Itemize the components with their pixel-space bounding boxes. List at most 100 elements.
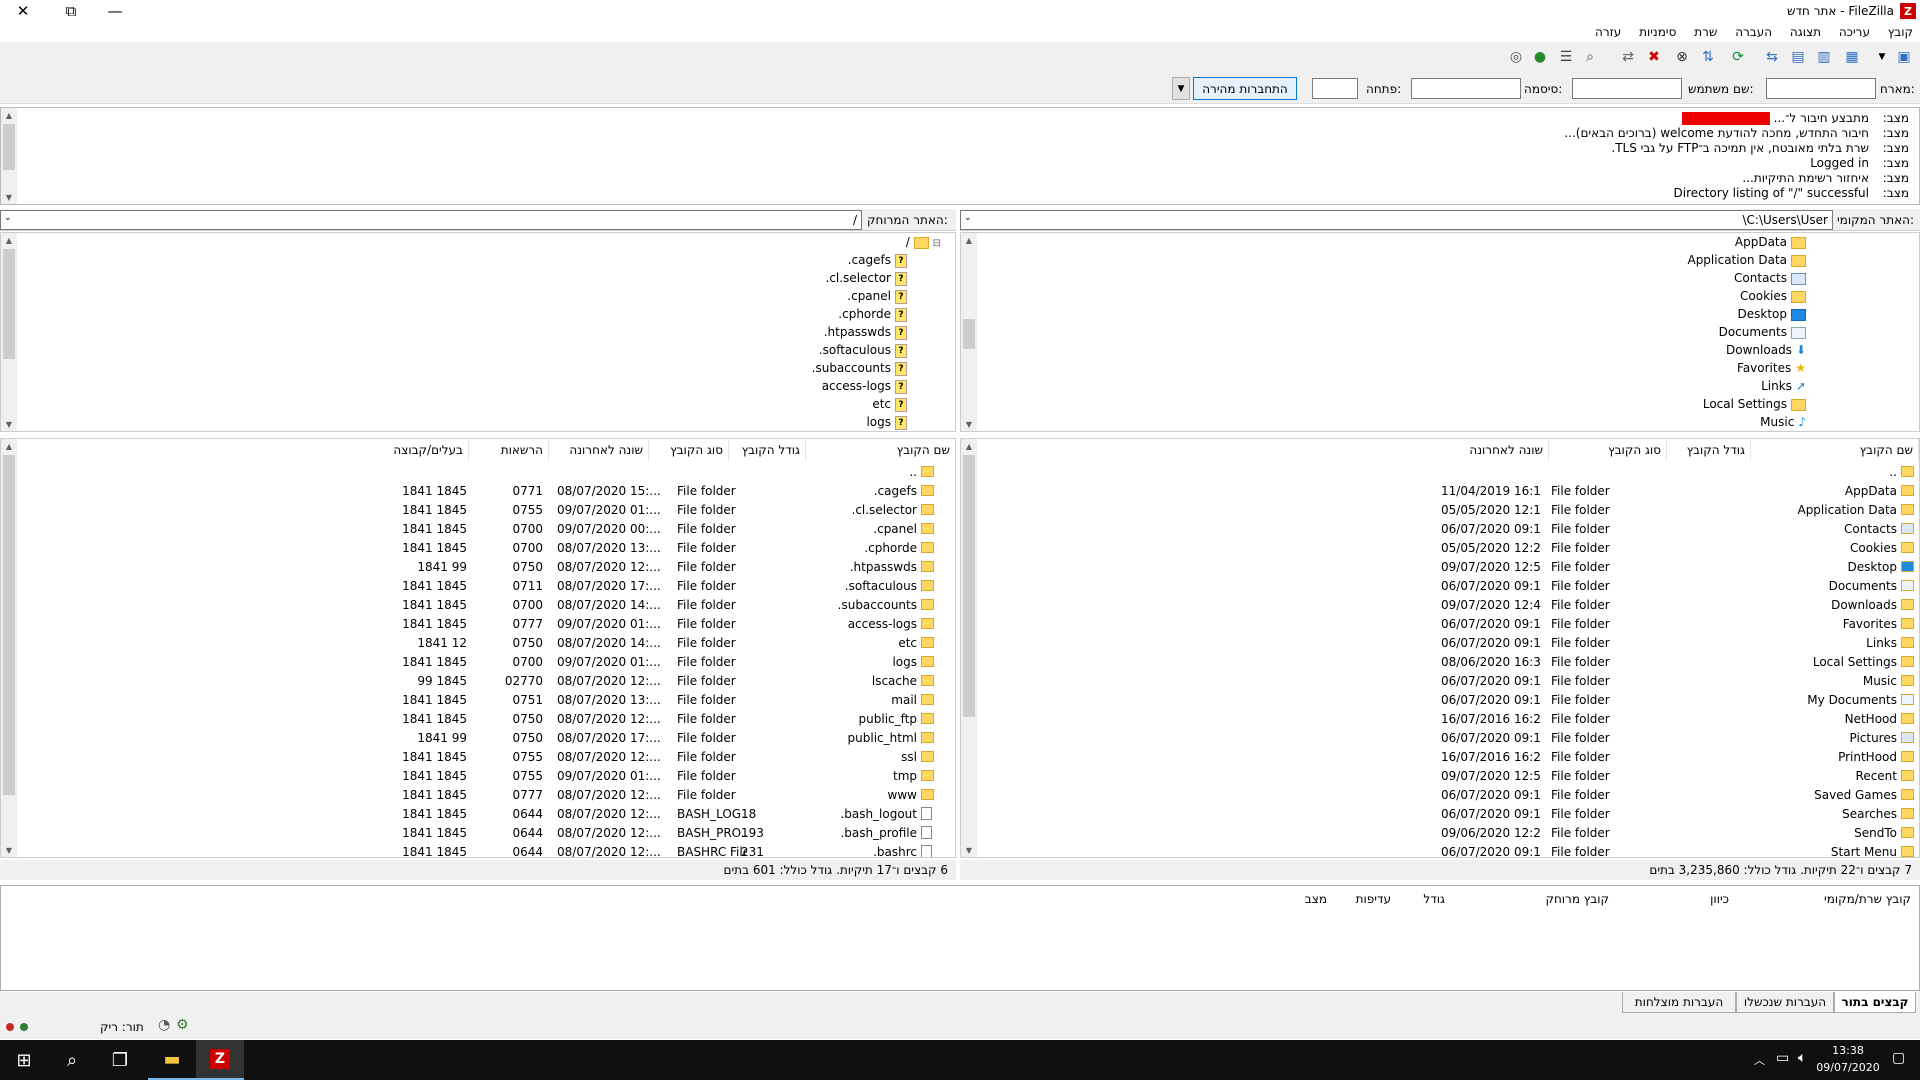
collapse-icon[interactable]: ⊟ bbox=[933, 238, 941, 249]
quickconnect-button[interactable]: התחברות מהירה bbox=[1193, 77, 1297, 100]
table-row[interactable]: Cookies File folder 05/05/2020 12:20:02 bbox=[961, 539, 1919, 558]
notification-icon[interactable]: ▢ bbox=[1892, 1050, 1905, 1066]
scroll-up-icon[interactable]: ▲ bbox=[961, 439, 977, 453]
table-row[interactable]: .htpasswds File folder 08/07/2020 12:... 07… bbox=[1, 558, 941, 577]
table-row[interactable]: Music File folder 06/07/2020 09:17:55 bbox=[961, 672, 1919, 691]
table-row[interactable]: .cagefs File folder 08/07/2020 15:... 0771 1… bbox=[1, 482, 941, 501]
tab-queued-files[interactable]: קבצים בתור bbox=[1834, 992, 1916, 1013]
scroll-down-icon[interactable]: ▼ bbox=[1, 843, 17, 857]
refresh-icon[interactable]: ⟳ bbox=[1728, 47, 1748, 67]
table-row[interactable]: lscache File folder 08/07/2020 12:... 02770… bbox=[1, 672, 941, 691]
queue-col-size[interactable]: גודל bbox=[1423, 892, 1445, 906]
username-input[interactable] bbox=[1572, 78, 1682, 99]
filter-icon[interactable]: ☰ bbox=[1556, 47, 1576, 67]
tree-item[interactable]: AppData bbox=[961, 235, 1806, 253]
network-icon[interactable]: ▭ bbox=[1776, 1050, 1789, 1066]
menu-help[interactable]: עזרה bbox=[1588, 22, 1628, 39]
col-name[interactable]: שם הקובץ bbox=[1751, 439, 1919, 461]
table-row[interactable]: .bash_logout 18 BASH_LOG... 08/07/2020 12:.… bbox=[1, 805, 941, 824]
table-row[interactable]: .subaccounts File folder 08/07/2020 14:...… bbox=[1, 596, 941, 615]
tree-item[interactable]: Application Data bbox=[961, 253, 1806, 271]
col-type[interactable]: סוג הקובץ bbox=[649, 439, 729, 461]
local-list-scrollbar[interactable]: ▲ ▼ bbox=[961, 439, 977, 857]
tree-item[interactable]: Documents bbox=[961, 325, 1806, 343]
scroll-up-icon[interactable]: ▲ bbox=[1, 233, 17, 247]
cancel-icon[interactable]: ✖ bbox=[1644, 47, 1664, 67]
table-row[interactable]: .. bbox=[961, 463, 1919, 482]
table-row[interactable]: access-logs File folder 09/07/2020 01:... 0… bbox=[1, 615, 941, 634]
process-queue-icon[interactable]: ⇅ bbox=[1698, 47, 1718, 67]
scroll-thumb[interactable] bbox=[3, 249, 15, 359]
scroll-down-icon[interactable]: ▼ bbox=[961, 417, 977, 431]
scroll-down-icon[interactable]: ▼ bbox=[1, 190, 17, 204]
menu-transfer[interactable]: העברה bbox=[1728, 22, 1779, 39]
tree-item[interactable]: access-logs? bbox=[1, 379, 907, 397]
restore-window-button[interactable]: ⧉ bbox=[48, 0, 94, 22]
scroll-up-icon[interactable]: ▲ bbox=[1, 439, 17, 453]
table-row[interactable]: Desktop File folder 09/07/2020 12:51:46 bbox=[961, 558, 1919, 577]
chevron-down-icon[interactable]: ⌄ bbox=[964, 213, 972, 223]
scroll-thumb[interactable] bbox=[3, 455, 15, 795]
settings-icon[interactable]: ⚙ bbox=[176, 1017, 189, 1033]
host-input[interactable] bbox=[1766, 78, 1876, 99]
table-row[interactable]: etc File folder 08/07/2020 14:... 0750 1841 … bbox=[1, 634, 941, 653]
tree-item[interactable]: Downloads ⬇ bbox=[961, 343, 1806, 361]
table-row[interactable]: Saved Games File folder 06/07/2020 09:17:5… bbox=[961, 786, 1919, 805]
queue-col-priority[interactable]: עדיפות bbox=[1356, 892, 1391, 906]
col-owner[interactable]: בעלים/קבוצה bbox=[385, 439, 469, 461]
filezilla-taskbar-icon[interactable]: Z bbox=[196, 1040, 244, 1080]
site-manager-dropdown-icon[interactable]: ▼ bbox=[1872, 47, 1892, 67]
compare-icon[interactable]: ● bbox=[1530, 47, 1550, 67]
clock-time[interactable]: 13:38 bbox=[1818, 1044, 1878, 1057]
table-row[interactable]: Contacts File folder 06/07/2020 09:17:54 bbox=[961, 520, 1919, 539]
toggle-log-icon[interactable]: ▦ bbox=[1842, 47, 1862, 67]
table-row[interactable]: Local Settings File folder 08/06/2020 16:3… bbox=[961, 653, 1919, 672]
col-modified[interactable]: שונה לאחרונה bbox=[1429, 439, 1549, 461]
tree-item[interactable]: Favorites ★ bbox=[961, 361, 1806, 379]
table-row[interactable]: public_ftp File folder 08/07/2020 12:... 07… bbox=[1, 710, 941, 729]
table-row[interactable]: Pictures File folder 06/07/2020 09:17:54 bbox=[961, 729, 1919, 748]
scroll-thumb[interactable] bbox=[963, 319, 975, 349]
table-row[interactable]: .bashrc 231 BASHRC File 08/07/2020 12:... 06… bbox=[1, 843, 941, 857]
table-row[interactable]: Application Data File folder 05/05/2020 12… bbox=[961, 501, 1919, 520]
col-name[interactable]: שם הקובץ bbox=[806, 439, 955, 461]
tray-chevron-icon[interactable]: ︿ bbox=[1754, 1052, 1765, 1068]
chevron-down-icon[interactable]: ⌄ bbox=[4, 213, 12, 223]
table-row[interactable]: www File folder 08/07/2020 12:... 0777 1841 … bbox=[1, 786, 941, 805]
tree-item[interactable]: .subaccounts? bbox=[1, 361, 907, 379]
table-row[interactable]: Start Menu File folder 06/07/2020 09:17:54 bbox=[961, 843, 1919, 857]
menu-bookmarks[interactable]: סימניות bbox=[1632, 22, 1683, 39]
table-row[interactable]: AppData File folder 11/04/2019 16:10:54 bbox=[961, 482, 1919, 501]
scroll-up-icon[interactable]: ▲ bbox=[1, 108, 17, 122]
scroll-up-icon[interactable]: ▲ bbox=[961, 233, 977, 247]
tree-item[interactable]: Music ♪ bbox=[961, 415, 1806, 431]
local-path-input[interactable]: C:\Users\User\ bbox=[960, 210, 1833, 230]
site-manager-icon[interactable]: ▣ bbox=[1894, 47, 1914, 67]
file-explorer-icon[interactable]: ▬ bbox=[148, 1040, 196, 1080]
table-row[interactable]: tmp File folder 09/07/2020 01:... 0755 1841 … bbox=[1, 767, 941, 786]
scroll-down-icon[interactable]: ▼ bbox=[1, 417, 17, 431]
tree-item[interactable]: Cookies bbox=[961, 289, 1806, 307]
log-scrollbar[interactable]: ▲ ▼ bbox=[1, 108, 17, 204]
table-row[interactable]: .cphorde File folder 08/07/2020 13:... 0700… bbox=[1, 539, 941, 558]
col-size[interactable]: גודל הקובץ bbox=[1667, 439, 1751, 461]
table-row[interactable]: SendTo File folder 09/06/2020 12:25:51 bbox=[961, 824, 1919, 843]
minimize-window-button[interactable]: — bbox=[92, 0, 138, 22]
col-modified[interactable]: שונה לאחרונה bbox=[549, 439, 649, 461]
queue-col-remote[interactable]: קובץ מרוחק bbox=[1545, 892, 1609, 906]
task-view-icon[interactable]: ❐ bbox=[96, 1040, 144, 1080]
table-row[interactable]: logs File folder 09/07/2020 01:... 0700 1841… bbox=[1, 653, 941, 672]
table-row[interactable]: .cl.selector File folder 09/07/2020 01:...… bbox=[1, 501, 941, 520]
menu-server[interactable]: שרת bbox=[1687, 22, 1724, 39]
table-row[interactable]: Favorites File folder 06/07/2020 09:17:54 bbox=[961, 615, 1919, 634]
tree-item[interactable]: .cpanel? bbox=[1, 289, 907, 307]
tab-successful-transfers[interactable]: העברות מוצלחות bbox=[1622, 992, 1736, 1013]
tree-item[interactable]: .htpasswds? bbox=[1, 325, 907, 343]
tree-item[interactable]: .cagefs? bbox=[1, 253, 907, 271]
table-row[interactable]: .. bbox=[1, 463, 941, 482]
tree-item[interactable]: .cl.selector? bbox=[1, 271, 907, 289]
transfer-queue-icon[interactable]: ⇆ bbox=[1762, 47, 1782, 67]
table-row[interactable]: mail File folder 08/07/2020 13:... 0751 1841… bbox=[1, 691, 941, 710]
table-row[interactable]: My Documents File folder 06/07/2020 09:17:… bbox=[961, 691, 1919, 710]
close-window-button[interactable]: ✕ bbox=[0, 0, 46, 22]
